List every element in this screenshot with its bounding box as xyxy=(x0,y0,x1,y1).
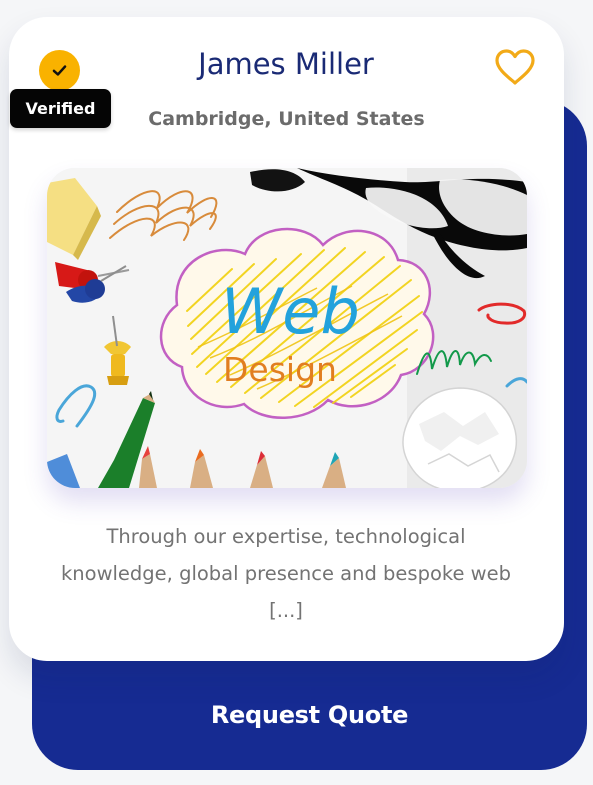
verified-check-icon xyxy=(39,50,80,91)
request-quote-button[interactable]: Request Quote xyxy=(32,660,587,770)
service-description: Through our expertise, technological kno… xyxy=(60,525,511,622)
web-design-cloud: Web Design xyxy=(159,227,435,420)
seller-location: Cambridge, United States xyxy=(148,108,425,130)
service-image[interactable]: Web Design xyxy=(47,168,527,488)
verified-label: Verified xyxy=(25,99,96,118)
verified-badge: Verified xyxy=(10,89,111,128)
favorite-heart-icon[interactable] xyxy=(493,48,537,86)
seller-name[interactable]: James Miller xyxy=(160,40,412,88)
request-quote-label: Request Quote xyxy=(210,701,409,729)
image-title-text: Web xyxy=(221,275,360,348)
image-subtitle-text: Design xyxy=(223,350,337,389)
